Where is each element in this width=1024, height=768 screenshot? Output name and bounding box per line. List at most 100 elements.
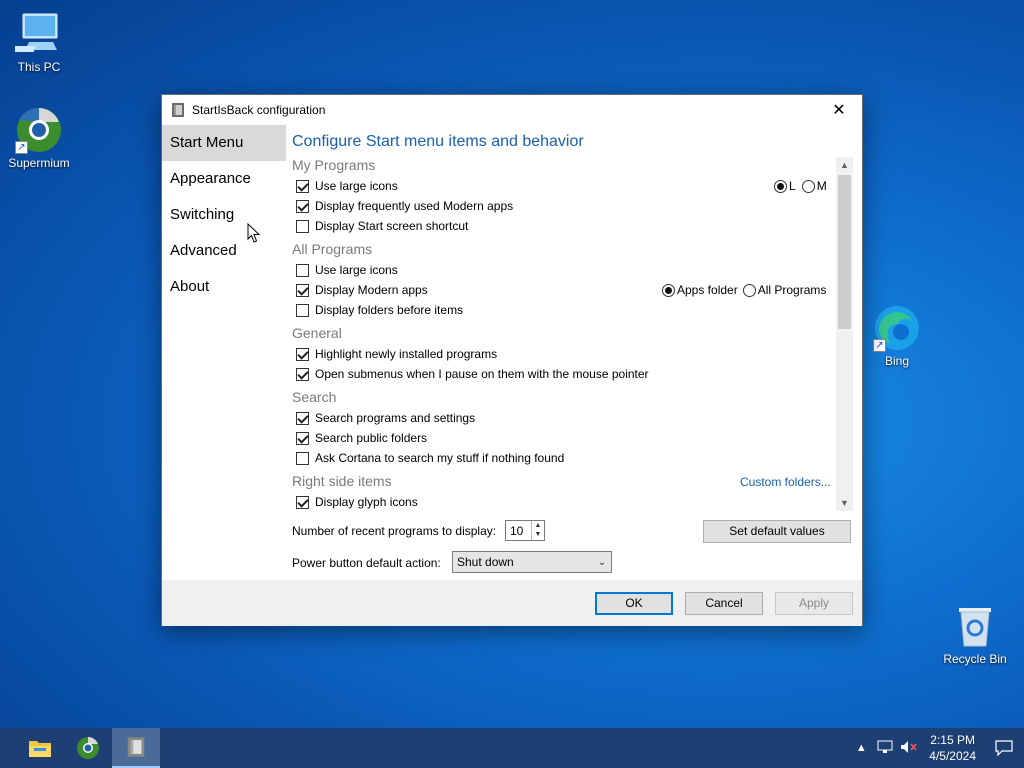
- checkbox[interactable]: [296, 303, 309, 317]
- nav-item-about[interactable]: About: [162, 269, 286, 305]
- scrollbar-thumb[interactable]: [838, 175, 851, 329]
- group-title-right-side-items: Right side items: [292, 473, 392, 489]
- recent-programs-label: Number of recent programs to display:: [292, 524, 497, 538]
- checkbox[interactable]: [296, 431, 309, 445]
- checkbox-row[interactable]: Use large icons: [296, 261, 398, 279]
- stepper-arrows-icon[interactable]: ▲ ▼: [531, 521, 544, 540]
- checkbox[interactable]: [296, 367, 309, 381]
- checkbox-label: Display Modern apps: [315, 283, 428, 297]
- show-hidden-icons-chevron-icon[interactable]: ▲: [849, 742, 873, 754]
- checkbox-label: Display folders before items: [315, 303, 464, 317]
- nav-item-appearance[interactable]: Appearance: [162, 161, 286, 197]
- scroll-up-arrow-icon[interactable]: ▲: [836, 157, 853, 173]
- checkbox[interactable]: [296, 199, 309, 213]
- power-action-select[interactable]: Shut down ⌄: [452, 551, 612, 573]
- nav-item-start-menu[interactable]: Start Menu: [162, 125, 286, 161]
- checkbox-row[interactable]: Highlight newly installed programs: [296, 345, 497, 363]
- radio-label: All Programs: [757, 283, 827, 297]
- checkbox-row[interactable]: Display folders before items: [296, 301, 463, 319]
- radio-large[interactable]: [774, 179, 787, 193]
- taskbar-supermium[interactable]: [64, 728, 112, 768]
- startisback-config-window: StartIsBack configuration ✕ Start Menu A…: [161, 94, 863, 626]
- ok-button[interactable]: OK: [595, 592, 673, 615]
- checkbox[interactable]: [296, 263, 309, 277]
- window-titlebar[interactable]: StartIsBack configuration ✕: [162, 95, 862, 125]
- checkbox-label: Search public folders: [315, 431, 428, 445]
- scroll-down-arrow-icon[interactable]: ▼: [836, 495, 853, 511]
- checkbox-row[interactable]: Search programs and settings: [296, 409, 475, 427]
- radio-label: M: [816, 179, 827, 193]
- set-default-values-button[interactable]: Set default values: [703, 520, 851, 543]
- taskbar-clock[interactable]: 2:15 PM 4/5/2024: [921, 732, 984, 764]
- checkbox[interactable]: [296, 283, 309, 297]
- mouse-pointer-icon: [247, 223, 261, 243]
- group-title-my-programs: My Programs: [292, 157, 376, 173]
- taskbar-startisback[interactable]: [112, 728, 160, 768]
- clock-date: 4/5/2024: [929, 749, 976, 763]
- checkbox-label: Highlight newly installed programs: [315, 347, 498, 361]
- modern-apps-location-radio-group: Apps folder All Programs: [662, 281, 826, 299]
- checkbox-label: Search programs and settings: [315, 411, 476, 425]
- desktop-icon-this-pc[interactable]: This PC: [0, 10, 79, 74]
- volume-muted-icon[interactable]: [897, 740, 921, 757]
- checkbox-label: Use large icons: [315, 179, 398, 193]
- checkbox-row[interactable]: Open submenus when I pause on them with …: [296, 365, 649, 383]
- checkbox[interactable]: [296, 451, 309, 465]
- checkbox-row[interactable]: Display Modern apps: [296, 281, 428, 299]
- close-button[interactable]: ✕: [816, 95, 862, 125]
- desktop-icon-label: Bing: [884, 354, 910, 368]
- taskbar: ▲ 2:15 PM 4/5/2024: [0, 728, 1024, 768]
- radio-medium[interactable]: [801, 179, 815, 193]
- desktop-icon-label: Supermium: [8, 156, 70, 170]
- checkbox-row[interactable]: Display frequently used Modern apps: [296, 197, 513, 215]
- startisback-app-icon: [172, 103, 184, 117]
- checkbox[interactable]: [296, 219, 309, 233]
- settings-scroll-area[interactable]: My Programs Use large icons Display freq…: [292, 157, 850, 511]
- startisback-app-icon: [127, 737, 145, 757]
- checkbox-row[interactable]: Search public folders: [296, 429, 427, 447]
- system-tray: ▲ 2:15 PM 4/5/2024: [849, 728, 1024, 768]
- taskbar-file-explorer[interactable]: [16, 728, 64, 768]
- radio-apps-folder[interactable]: [662, 283, 675, 297]
- recent-programs-stepper[interactable]: 10 ▲ ▼: [505, 520, 545, 541]
- checkbox-row[interactable]: Display Start screen shortcut: [296, 217, 468, 235]
- cancel-button[interactable]: Cancel: [685, 592, 763, 615]
- clock-time: 2:15 PM: [930, 733, 975, 747]
- checkbox-row[interactable]: Use large icons: [296, 177, 398, 195]
- edge-browser-icon: ↗: [873, 304, 921, 352]
- checkbox-label: Display Start screen shortcut: [315, 219, 469, 233]
- power-action-value: Shut down: [457, 555, 514, 569]
- supermium-browser-icon: [77, 737, 99, 759]
- radio-label: Apps folder: [677, 283, 738, 297]
- checkbox[interactable]: [296, 179, 309, 193]
- checkbox-label: Use large icons: [315, 263, 398, 277]
- nav-item-switching[interactable]: Switching: [162, 197, 286, 233]
- checkbox-row[interactable]: Display glyph icons: [296, 493, 418, 511]
- checkbox[interactable]: [296, 347, 309, 361]
- chevron-down-icon: ⌄: [597, 556, 607, 568]
- icon-size-radio-group: L M: [774, 177, 827, 195]
- window-title: StartIsBack configuration: [192, 103, 326, 117]
- start-menu-settings-panel: Configure Start menu items and behavior …: [292, 125, 853, 580]
- nav-item-advanced[interactable]: Advanced: [162, 233, 286, 269]
- checkbox[interactable]: [296, 411, 309, 425]
- recycle-bin-icon: [951, 602, 999, 650]
- desktop-icon-supermium[interactable]: ↗ Supermium: [0, 106, 79, 170]
- network-icon[interactable]: [873, 740, 897, 757]
- action-center-icon[interactable]: [984, 728, 1024, 768]
- desktop-icon-bing[interactable]: ↗ Bing: [857, 304, 937, 368]
- custom-folders-link[interactable]: Custom folders...: [740, 475, 831, 489]
- checkbox[interactable]: [296, 495, 309, 509]
- checkbox-row[interactable]: Ask Cortana to search my stuff if nothin…: [296, 449, 564, 467]
- shortcut-arrow-icon: ↗: [15, 141, 28, 154]
- recent-programs-value[interactable]: 10: [506, 524, 531, 538]
- desktop-icon-label: This PC: [17, 60, 61, 74]
- group-title-search: Search: [292, 389, 337, 405]
- desktop-icon-recycle-bin[interactable]: Recycle Bin: [935, 602, 1015, 666]
- vertical-scrollbar[interactable]: ▲ ▼: [836, 157, 853, 511]
- radio-all-programs[interactable]: [742, 283, 756, 297]
- group-title-general: General: [292, 325, 342, 341]
- checkbox-label: Open submenus when I pause on them with …: [315, 367, 649, 381]
- apply-button[interactable]: Apply: [775, 592, 853, 615]
- supermium-browser-icon: ↗: [15, 106, 63, 154]
